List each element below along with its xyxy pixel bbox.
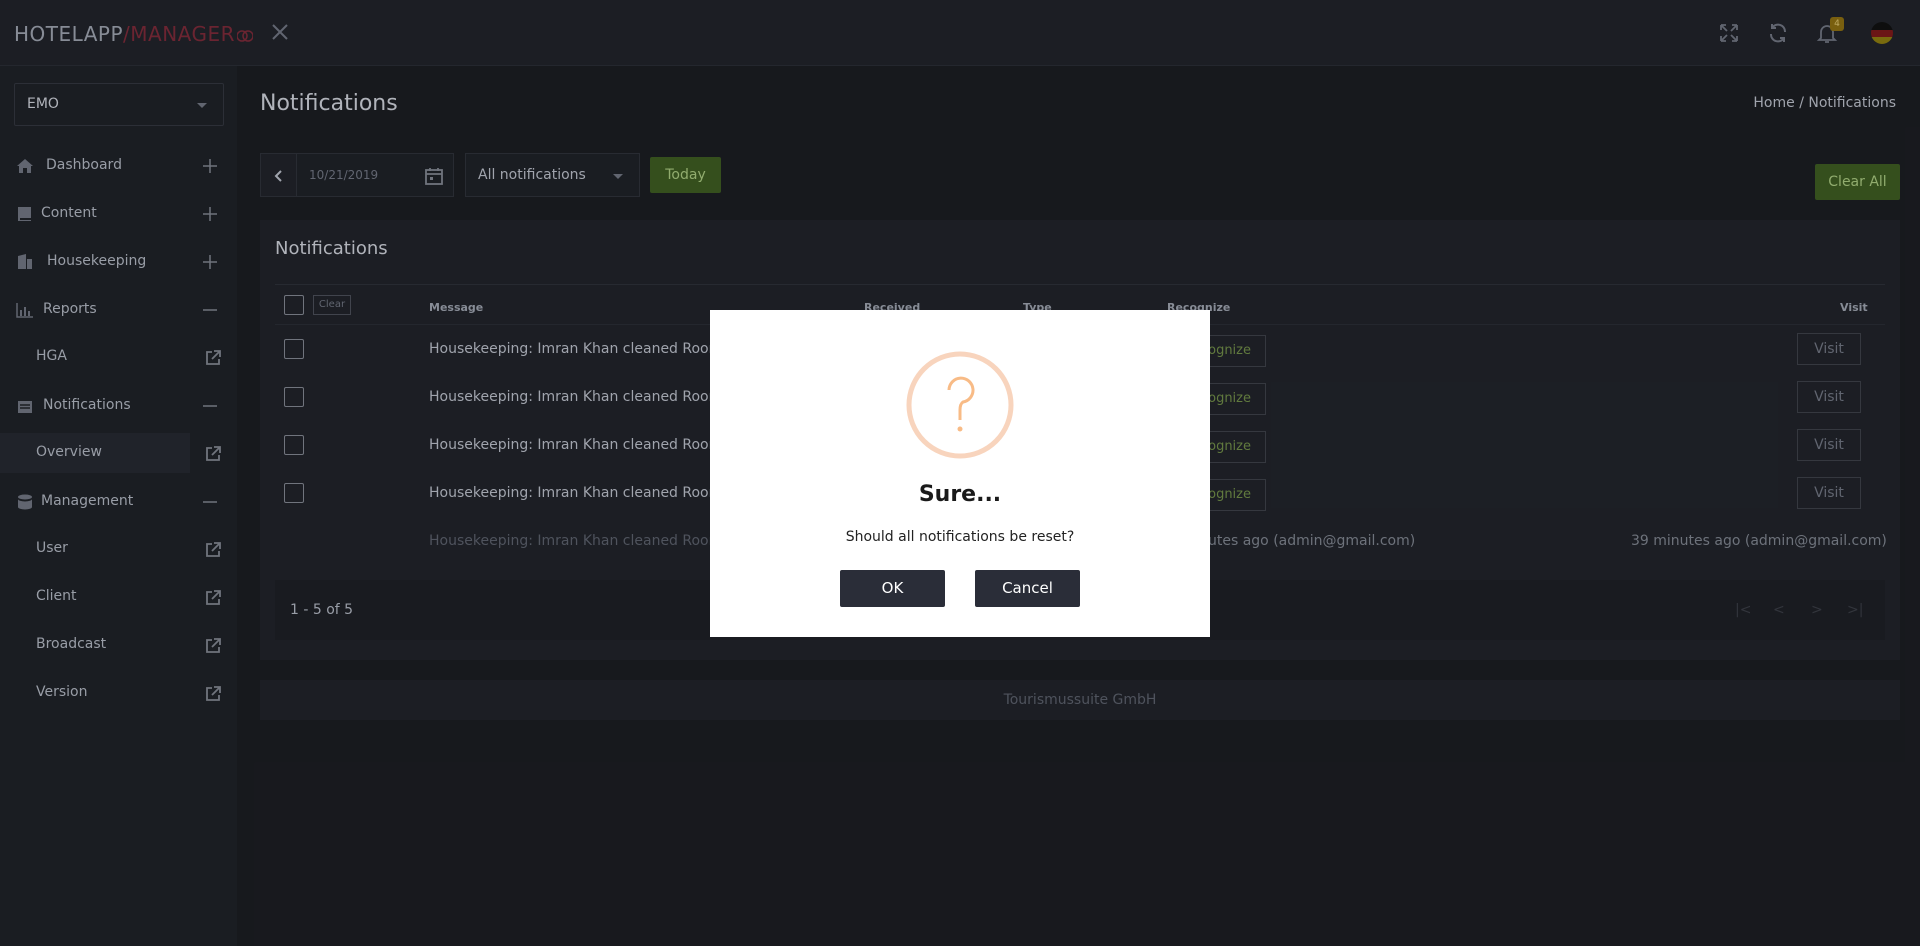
dialog-message: Should all notifications be reset? — [845, 529, 1075, 545]
cancel-button[interactable]: Cancel — [975, 570, 1080, 607]
dialog-title: Sure... — [918, 482, 1002, 507]
confirm-dialog: Sure... Should all notifications be rese… — [710, 310, 1210, 637]
ok-button[interactable]: OK — [840, 570, 945, 607]
question-icon — [906, 351, 1014, 459]
